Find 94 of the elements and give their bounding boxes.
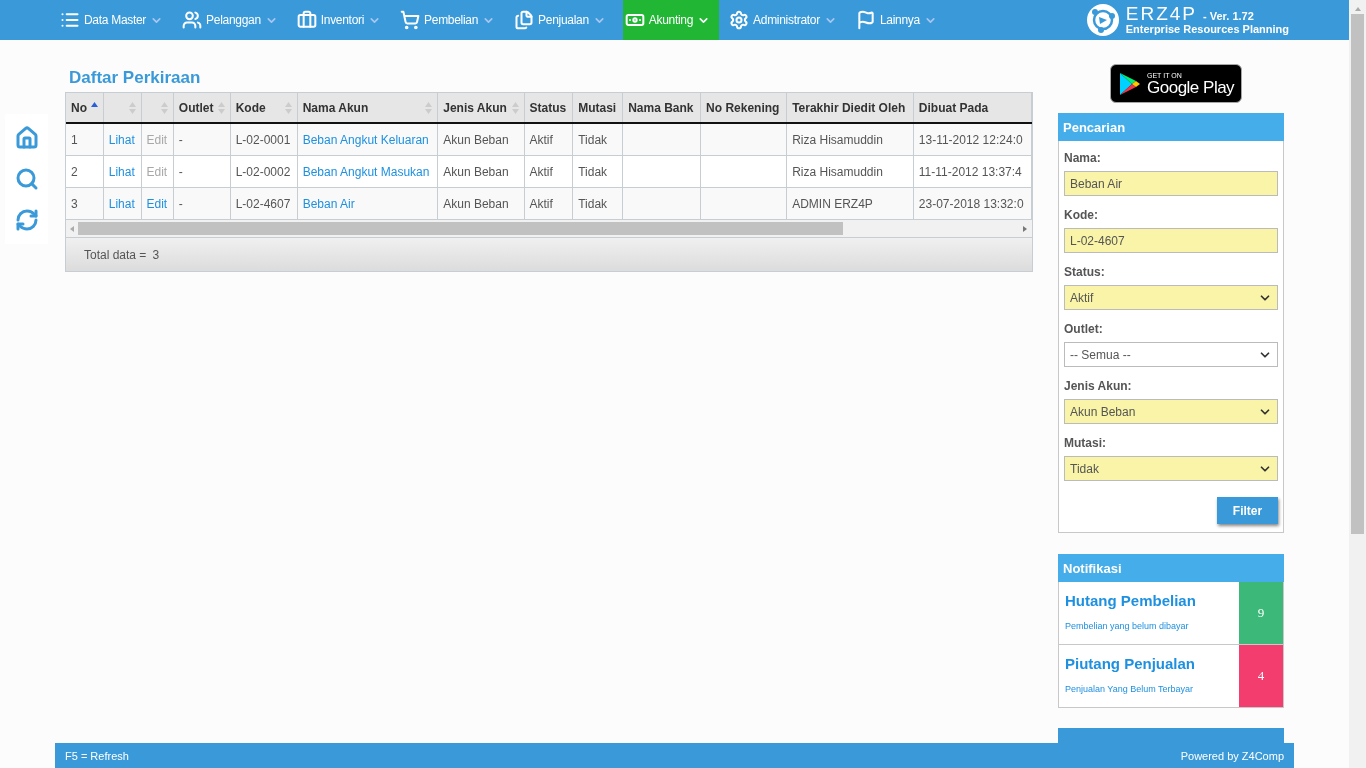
table-cell: L-02-0001 [230, 123, 298, 156]
field-label: Jenis Akun: [1064, 379, 1133, 394]
logo-icon [1085, 3, 1120, 37]
account-name-link[interactable]: Beban Angkut Masukan [302, 164, 430, 179]
account-name-link[interactable]: Beban Air [302, 196, 355, 211]
field-label: Nama: [1064, 151, 1102, 166]
users-icon [182, 10, 203, 30]
view-link[interactable]: Lihat [108, 164, 135, 179]
table-cell: Akun Beban [437, 187, 525, 220]
table-cell: 11-11-2012 13:37:4 [913, 155, 1032, 188]
table-cell: 13-11-2012 12:24:0 [913, 123, 1032, 156]
field-label: Kode: [1064, 208, 1099, 223]
table-cell: Tidak [572, 155, 623, 188]
briefcase-icon [296, 10, 317, 30]
column-header: No [71, 100, 87, 115]
home-icon[interactable] [14, 126, 39, 151]
panel-title: Pencarian [1058, 113, 1284, 142]
refresh-hint: F5 = Refresh [65, 749, 129, 762]
view-link[interactable]: Lihat [108, 196, 135, 211]
field-label: Outlet: [1064, 322, 1104, 337]
credit-text: Powered by Z4Comp [1180, 749, 1284, 762]
column-header: Kode [235, 100, 266, 115]
nav-menu-item[interactable]: Akunting [622, 0, 720, 40]
field-label: Mutasi: [1064, 436, 1107, 451]
table-cell: Aktif [524, 187, 573, 220]
nav-menu-item[interactable]: Pembelian [398, 0, 505, 40]
table-cell: Akun Beban [437, 155, 525, 188]
field-label: Status: [1064, 265, 1106, 280]
table-cell: 3 [66, 187, 104, 220]
column-header: Nama Akun [302, 100, 369, 115]
nav-menu-item[interactable]: Pelanggan [180, 0, 287, 40]
flag-icon [855, 10, 876, 30]
column-header: Outlet [178, 100, 214, 115]
table-cell: Tidak [572, 187, 623, 220]
table-cell: Aktif [524, 123, 573, 156]
horizontal-scrollbar[interactable] [65, 220, 1033, 237]
table-cell: 2 [66, 155, 104, 188]
table-cell: L-02-0002 [230, 155, 298, 188]
total-label: Total data = [84, 247, 147, 262]
column-header: Nama Bank [628, 100, 694, 115]
column-header: Dibuat Pada [918, 100, 989, 115]
documents-icon [514, 10, 535, 30]
table-cell: Aktif [524, 155, 573, 188]
input-field[interactable]: L-02-4607 [1064, 228, 1278, 254]
column-header: Jenis Akun [443, 100, 507, 115]
notification-title[interactable]: Hutang Pembelian [1065, 592, 1233, 610]
total-count: 3 [152, 247, 160, 262]
search-icon[interactable] [14, 167, 39, 191]
table-cell: Tidak [572, 123, 623, 156]
nav-menu-item[interactable]: Lainnya [853, 0, 946, 40]
play-triangle-icon [1119, 71, 1141, 96]
count-badge: 4 [1239, 645, 1283, 708]
column-header: Mutasi [578, 100, 617, 115]
input-field[interactable]: Beban Air [1064, 171, 1278, 197]
panel-title: Notifikasi [1058, 554, 1284, 583]
vertical-scrollbar[interactable] [1349, 0, 1366, 768]
filter-button[interactable]: Filter [1217, 497, 1278, 525]
column-header: No Rekening [706, 100, 780, 115]
badge-store-name: Google Play [1147, 78, 1235, 96]
refresh-icon[interactable] [14, 207, 39, 232]
nav-menu-item[interactable]: Inventori [294, 0, 391, 40]
table-cell: - [173, 187, 231, 220]
select-field[interactable]: Tidak [1064, 456, 1278, 482]
column-header: Terakhir Diedit Oleh [792, 100, 906, 115]
table-cell: Riza Hisamuddin [786, 123, 914, 156]
table-cell: - [173, 155, 231, 188]
edit-link[interactable]: Edit [146, 196, 168, 211]
table-cell: Riza Hisamuddin [786, 155, 914, 188]
account-name-link[interactable]: Beban Angkut Keluaran [302, 132, 429, 147]
view-link[interactable]: Lihat [108, 132, 135, 147]
cart-icon [400, 10, 421, 30]
select-field[interactable]: Akun Beban [1064, 399, 1278, 425]
table-cell: 1 [66, 123, 104, 156]
column-header: Status [529, 100, 567, 115]
table-cell: Akun Beban [437, 123, 525, 156]
select-field[interactable]: Aktif [1064, 285, 1278, 311]
nav-menu-item[interactable]: Administrator [727, 0, 846, 40]
notification-subtitle: Pembelian yang belum dibayar [1065, 621, 1190, 632]
version-text: - Ver. 1.72 [1203, 11, 1254, 23]
page-title: Daftar Perkiraan [69, 68, 202, 88]
table-cell: L-02-4607 [230, 187, 298, 220]
notification-title[interactable]: Piutang Penjualan [1065, 655, 1233, 673]
nav-menu-item[interactable]: Penjualan [512, 0, 615, 40]
settings-icon [729, 10, 750, 30]
table-cell: 23-07-2018 13:32:0 [913, 187, 1032, 220]
count-badge: 9 [1239, 582, 1283, 645]
list-icon [60, 10, 80, 30]
brand-tagline: Enterprise Resources Planning [1125, 24, 1289, 36]
table-cell: ADMIN ERZ4P [786, 187, 914, 220]
nav-menu-item[interactable]: Data Master [58, 0, 173, 40]
table-cell: - [173, 123, 231, 156]
notification-subtitle: Penjualan Yang Belum Terbayar [1065, 684, 1195, 695]
brand-name: ERZ4P [1125, 4, 1198, 25]
select-field[interactable]: -- Semua -- [1064, 342, 1278, 368]
